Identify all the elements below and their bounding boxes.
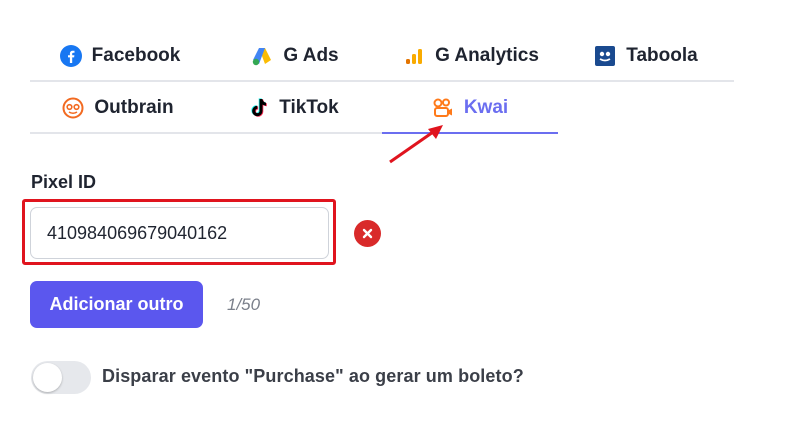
remove-pixel-button[interactable] [354, 220, 381, 247]
tab-google-ads[interactable]: G Ads [250, 32, 340, 80]
kwai-icon [432, 97, 454, 119]
tab-taboola[interactable]: Taboola [594, 32, 698, 80]
pixel-counter: 1/50 [227, 295, 261, 314]
annotation-arrow-icon [389, 125, 443, 164]
tab-label: TikTok [279, 97, 339, 118]
pixel-id-input[interactable] [30, 207, 329, 259]
pixel-id-label: Pixel ID [31, 172, 97, 192]
platform-tabs-row-1: Facebook G Ads G Analytics Taboola [30, 32, 734, 82]
tab-label: G Ads [283, 45, 339, 66]
tab-outbrain[interactable]: Outbrain [60, 84, 176, 132]
google-analytics-icon [403, 45, 425, 67]
toggle-label: Disparar evento "Purchase" ao gerar um b… [102, 366, 524, 386]
toggle-knob [33, 363, 62, 392]
purchase-boleto-toggle[interactable] [31, 361, 91, 394]
google-ads-icon [251, 45, 273, 67]
tiktok-icon [247, 97, 269, 119]
outbrain-icon [62, 97, 84, 119]
tab-google-analytics[interactable]: G Analytics [403, 32, 539, 80]
tab-label: G Analytics [435, 45, 539, 66]
taboola-icon [594, 45, 616, 67]
platform-tabs-row-2: Outbrain TikTok Kwai [30, 84, 558, 134]
tab-tiktok[interactable]: TikTok [246, 84, 340, 132]
close-icon [362, 228, 373, 239]
facebook-icon [59, 45, 82, 67]
add-another-button[interactable]: Adicionar outro [30, 281, 203, 328]
tab-label: Kwai [463, 97, 509, 118]
tab-label: Taboola [626, 45, 698, 66]
tab-label: Facebook [91, 45, 181, 66]
tab-label: Outbrain [94, 97, 174, 118]
tab-facebook[interactable]: Facebook [59, 32, 181, 80]
